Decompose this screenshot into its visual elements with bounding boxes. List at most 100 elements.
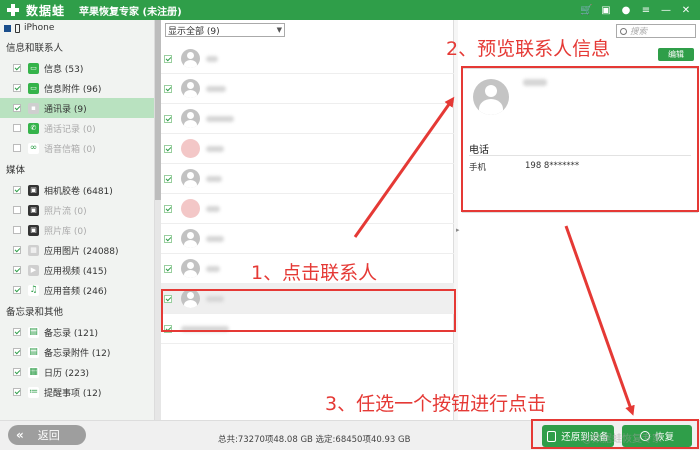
window-controls: 🛒 ▣ ● ≡ — ✕: [580, 5, 692, 16]
call-log-icon: ✆: [28, 122, 39, 134]
contact-name-blurred: [206, 205, 220, 212]
contact-row[interactable]: [161, 74, 454, 104]
minimize-icon[interactable]: —: [660, 5, 672, 16]
sidebar-item-label: 通话记录 (0): [44, 124, 96, 135]
menu-icon[interactable]: ≡: [640, 5, 652, 16]
contact-row[interactable]: [161, 224, 454, 254]
contact-checkbox[interactable]: [164, 264, 172, 273]
sidebar-item-label: 备忘录 (121): [44, 328, 99, 339]
checkbox[interactable]: [13, 388, 21, 396]
notes-icon: ▤: [28, 326, 39, 338]
checkbox[interactable]: [13, 124, 21, 132]
sidebar-item-label: 提醒事项 (12): [44, 388, 102, 399]
annotation-box-preview: [461, 66, 699, 212]
app-photos-icon: ▦: [28, 244, 39, 256]
panel-splitter-icon[interactable]: ▸: [456, 226, 460, 234]
checkbox[interactable]: [13, 266, 21, 274]
reminders-icon: ≔: [28, 386, 39, 398]
checkbox[interactable]: [13, 186, 21, 194]
section-title-notes: 备忘录和其他: [6, 307, 64, 318]
message-icon: ▭: [28, 62, 39, 74]
checkbox[interactable]: [13, 104, 21, 112]
contact-name-blurred: [206, 235, 224, 242]
notes-attachment-icon: ▤: [28, 346, 39, 358]
contact-avatar: [181, 79, 200, 98]
sidebar-item-notes-attachments[interactable]: ▤ 备忘录附件 (12): [0, 342, 154, 362]
filter-value: 显示全部 (9): [168, 26, 220, 37]
checkbox[interactable]: [13, 84, 21, 92]
title-bar: 数据蛙 苹果恢复专家 (未注册) 🛒 ▣ ● ≡ — ✕: [0, 0, 700, 20]
contact-checkbox[interactable]: [164, 234, 172, 243]
user-icon[interactable]: ●: [620, 5, 632, 16]
contact-checkbox[interactable]: [164, 114, 172, 123]
sidebar-item-message-attachments[interactable]: ▭ 信息附件 (96): [0, 78, 154, 98]
section-title-media: 媒体: [6, 165, 26, 176]
close-icon[interactable]: ✕: [680, 5, 692, 16]
section-title-messages: 信息和联系人: [6, 43, 64, 54]
checkbox[interactable]: [13, 368, 21, 376]
contacts-icon: ▪: [28, 102, 39, 114]
sidebar-item-notes[interactable]: ▤ 备忘录 (121): [0, 322, 154, 342]
contact-avatar: [181, 229, 200, 248]
sidebar-item-app-photos[interactable]: ▦ 应用图片 (24088): [0, 240, 154, 260]
contact-checkbox[interactable]: [164, 54, 172, 63]
device-checkbox[interactable]: [4, 24, 11, 32]
search-placeholder: 搜索: [630, 27, 648, 37]
checkbox[interactable]: [13, 286, 21, 294]
sidebar-item-call-log[interactable]: ✆ 通话记录 (0): [0, 118, 154, 138]
sidebar-item-reminders[interactable]: ≔ 提醒事项 (12): [0, 382, 154, 402]
contact-row[interactable]: [161, 104, 454, 134]
checkbox[interactable]: [13, 64, 21, 72]
annotation-step-1: 1、点击联系人: [251, 262, 378, 284]
sidebar-item-camera-roll[interactable]: ▣ 相机胶卷 (6481): [0, 180, 154, 200]
sidebar-item-label: 信息附件 (96): [44, 84, 102, 95]
back-button[interactable]: « 返回: [8, 425, 86, 445]
sidebar-item-label: 备忘录附件 (12): [44, 348, 111, 359]
sidebar-item-messages[interactable]: ▭ 信息 (53): [0, 58, 154, 78]
checkbox[interactable]: [13, 226, 21, 234]
contact-checkbox[interactable]: [164, 174, 172, 183]
sidebar-item-contacts[interactable]: ▪ 通讯录 (9): [0, 98, 154, 118]
contact-checkbox[interactable]: [164, 144, 172, 153]
search-input[interactable]: 搜索: [616, 24, 696, 38]
checkbox[interactable]: [13, 206, 21, 214]
sidebar-item-label: 通讯录 (9): [44, 104, 87, 115]
cart-icon[interactable]: 🛒: [580, 5, 592, 16]
checkbox[interactable]: [13, 144, 21, 152]
sidebar-item-calendar[interactable]: ▦ 日历 (223): [0, 362, 154, 382]
contact-avatar: [181, 259, 200, 278]
calendar-icon: ▦: [28, 366, 39, 378]
sidebar-item-voicemail[interactable]: ∞ 语音信箱 (0): [0, 138, 154, 158]
contact-row[interactable]: [161, 134, 454, 164]
double-chevron-left-icon: «: [16, 428, 24, 442]
sidebar-item-label: 照片流 (0): [44, 206, 87, 217]
annotation-step-2: 2、预览联系人信息: [446, 38, 611, 60]
contact-avatar: [181, 109, 200, 128]
selection-summary: 总共:73270项48.08 GB 选定:68450项40.93 GB: [218, 435, 411, 445]
camera-roll-icon: ▣: [28, 184, 39, 196]
sidebar-item-photo-stream[interactable]: ▣ 照片流 (0): [0, 200, 154, 220]
contact-checkbox[interactable]: [164, 84, 172, 93]
filter-dropdown[interactable]: 显示全部 (9) ▼: [165, 23, 285, 37]
edit-button[interactable]: 编辑: [658, 48, 694, 61]
gift-icon[interactable]: ▣: [600, 5, 612, 16]
chevron-down-icon: ▼: [276, 26, 282, 34]
checkbox[interactable]: [13, 348, 21, 356]
contact-list: 显示全部 (9) ▼: [161, 20, 454, 420]
sidebar-item-app-audio[interactable]: ♫ 应用音频 (246): [0, 280, 154, 300]
sidebar-item-app-videos[interactable]: ▶ 应用视频 (415): [0, 260, 154, 280]
contact-name-blurred: [206, 145, 224, 152]
sidebar-item-label: 应用音频 (246): [44, 286, 108, 297]
checkbox[interactable]: [13, 246, 21, 254]
checkbox[interactable]: [13, 328, 21, 336]
app-title: 苹果恢复专家 (未注册): [79, 6, 182, 18]
contact-row[interactable]: [161, 164, 454, 194]
contact-row[interactable]: [161, 194, 454, 224]
contact-name-blurred: [206, 175, 222, 182]
brand-name: 数据蛙: [26, 3, 66, 18]
device-row[interactable]: iPhone: [0, 20, 154, 36]
contact-row[interactable]: [161, 44, 454, 74]
contact-name-blurred: [206, 55, 218, 62]
sidebar-item-photo-library[interactable]: ▣ 照片库 (0): [0, 220, 154, 240]
contact-checkbox[interactable]: [164, 204, 172, 213]
